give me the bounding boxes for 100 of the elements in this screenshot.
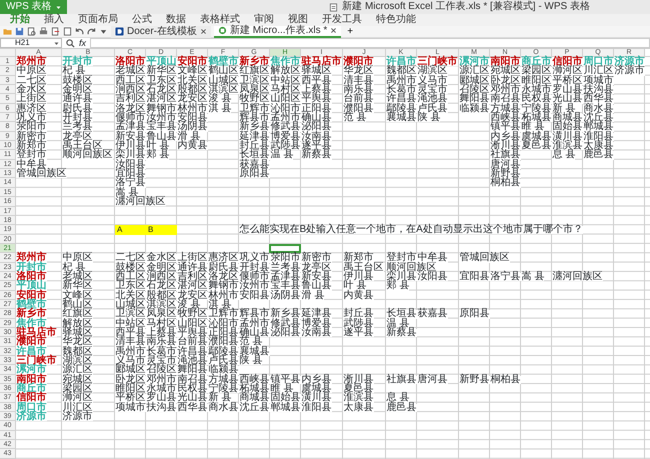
place-name: 内乡县 (301, 376, 332, 384)
place-name: 龙安区 (177, 292, 208, 300)
menu-tab[interactable]: 特色功能 (376, 14, 416, 26)
place-name: 睢阳区 (115, 385, 146, 394)
app-menu-button[interactable]: WPS 表格 (0, 0, 67, 14)
place-name: 温 县 (386, 320, 410, 328)
place-name: 中站区 (270, 76, 300, 85)
place-name: 义马市 (417, 76, 448, 85)
place-name: 文峰区 (62, 292, 92, 300)
zoom-icon[interactable] (66, 38, 75, 48)
place-name: 宜阳县 (115, 170, 146, 178)
place-name: 西华县 (177, 404, 208, 412)
place-name: 平舆县 (301, 95, 332, 104)
place-name: 平舆县 (177, 328, 208, 338)
redo-icon[interactable] (87, 27, 96, 36)
place-name: 柘城县 (521, 114, 552, 122)
place-name: 殷都区 (146, 292, 176, 300)
place-name: 鲁山县 (146, 132, 176, 142)
place-name: 石龙区 (146, 86, 176, 94)
place-name: 商水县 (208, 404, 238, 412)
menu-tab[interactable]: 表格样式 (200, 14, 240, 26)
place-name: 正阳县 (208, 328, 238, 338)
highlighted-cell: A (115, 225, 146, 235)
place-name: 镇平县 (490, 123, 520, 132)
document-icon[interactable] (63, 27, 72, 36)
cell-cursor[interactable] (269, 244, 301, 253)
menu-tab[interactable]: 开发工具 (322, 14, 362, 26)
place-name: 长葛市 (146, 348, 176, 356)
city-name: 南阳市 (16, 376, 46, 384)
place-name: 永城市 (521, 86, 552, 94)
place-name: 汤阴县 (270, 292, 300, 300)
place-name: 永城市 (146, 385, 176, 394)
place-name: 浉河区 (62, 394, 92, 403)
place-name: 固始县 (270, 394, 300, 403)
insert-function-button[interactable]: fx (79, 38, 86, 48)
menu-tab[interactable]: 页面布局 (78, 14, 118, 26)
undo-icon[interactable] (75, 27, 84, 36)
document-tab[interactable]: Docer-在线模板 (111, 26, 212, 38)
place-name: 殷都区 (177, 86, 208, 94)
place-name: 遂平县 (343, 328, 374, 338)
place-name: 封丘县 (239, 142, 270, 150)
place-name: 杞 县 (62, 67, 86, 76)
place-name: 光山县 (177, 394, 208, 403)
place-name: 源汇区 (62, 366, 92, 375)
place-name: 登封市 (16, 151, 46, 160)
place-name: 老城区 (62, 272, 92, 282)
place-name: 二七区 (16, 76, 46, 85)
place-name: 宁陵县 (208, 385, 238, 394)
place-name: 新郑市 (16, 142, 46, 150)
save-icon[interactable] (15, 27, 24, 36)
highlighted-cell: B (146, 225, 177, 235)
print-icon[interactable] (39, 27, 48, 36)
place-name: 召陵区 (459, 86, 490, 94)
place-name: 涧西区 (115, 86, 146, 94)
place-name: 卫滨区 (115, 310, 146, 319)
place-name: 息 县 (552, 151, 576, 160)
place-name: 太康县 (343, 404, 374, 412)
place-name: 川汇区 (583, 67, 614, 76)
place-name: 梁园区 (62, 385, 92, 394)
place-name: 宁陵县 (521, 104, 552, 114)
place-name: 孟津县 (115, 123, 146, 132)
formula-input[interactable] (90, 38, 650, 48)
place-name: 西峡县 (239, 376, 270, 384)
place-name: 临颍县 (459, 104, 490, 114)
menu-tab[interactable]: 审阅 (254, 14, 274, 26)
place-name: 潢川县 (301, 394, 332, 403)
name-box[interactable]: H21 (0, 38, 62, 48)
place-name: 驿城区 (301, 67, 332, 76)
place-name: 杞 县 (62, 264, 86, 272)
place-name: 禹王台区 (62, 142, 102, 150)
menu-tab[interactable]: 公式 (132, 14, 152, 26)
place-name: 舞钢市 (208, 282, 238, 291)
new-tab-button[interactable]: + (344, 26, 356, 37)
place-name: 延津县 (239, 132, 270, 142)
place-name: 宛城区 (490, 67, 520, 76)
menu-tab[interactable]: 开始 (10, 14, 30, 26)
place-name: 新野县 (490, 170, 520, 178)
place-name: 原阳县 (239, 170, 270, 178)
menu-tab[interactable]: 数据 (166, 14, 186, 26)
place-name: 武陟县 (343, 320, 374, 328)
place-name: 文峰区 (177, 67, 208, 76)
place-name: 鹤山区 (208, 67, 238, 76)
print-preview-icon[interactable] (27, 27, 36, 36)
place-name: 新 县 (208, 394, 232, 403)
place-name: 社旗县 (490, 151, 520, 160)
close-icon[interactable] (200, 28, 208, 35)
place-name: 伊川县 (343, 272, 374, 282)
document-tab[interactable]: 新建 Micro...作表.xls * (214, 26, 342, 38)
place-name: 睢 县 (270, 385, 294, 394)
menu-tab[interactable]: 视图 (288, 14, 308, 26)
close-icon[interactable] (330, 27, 338, 34)
menu-tab[interactable]: 插入 (44, 14, 64, 26)
place-name: 商水县 (583, 104, 614, 114)
city-name: 洛阳市 (16, 272, 46, 282)
place-name: 台前县 (343, 95, 374, 104)
place-name: 洛宁县 (490, 272, 520, 282)
place-name: 洛宁县 (115, 179, 146, 188)
place-name: 获嘉县 (417, 310, 448, 319)
place-name: 红旗区 (239, 67, 270, 76)
place-name: 新 县 (552, 104, 576, 114)
